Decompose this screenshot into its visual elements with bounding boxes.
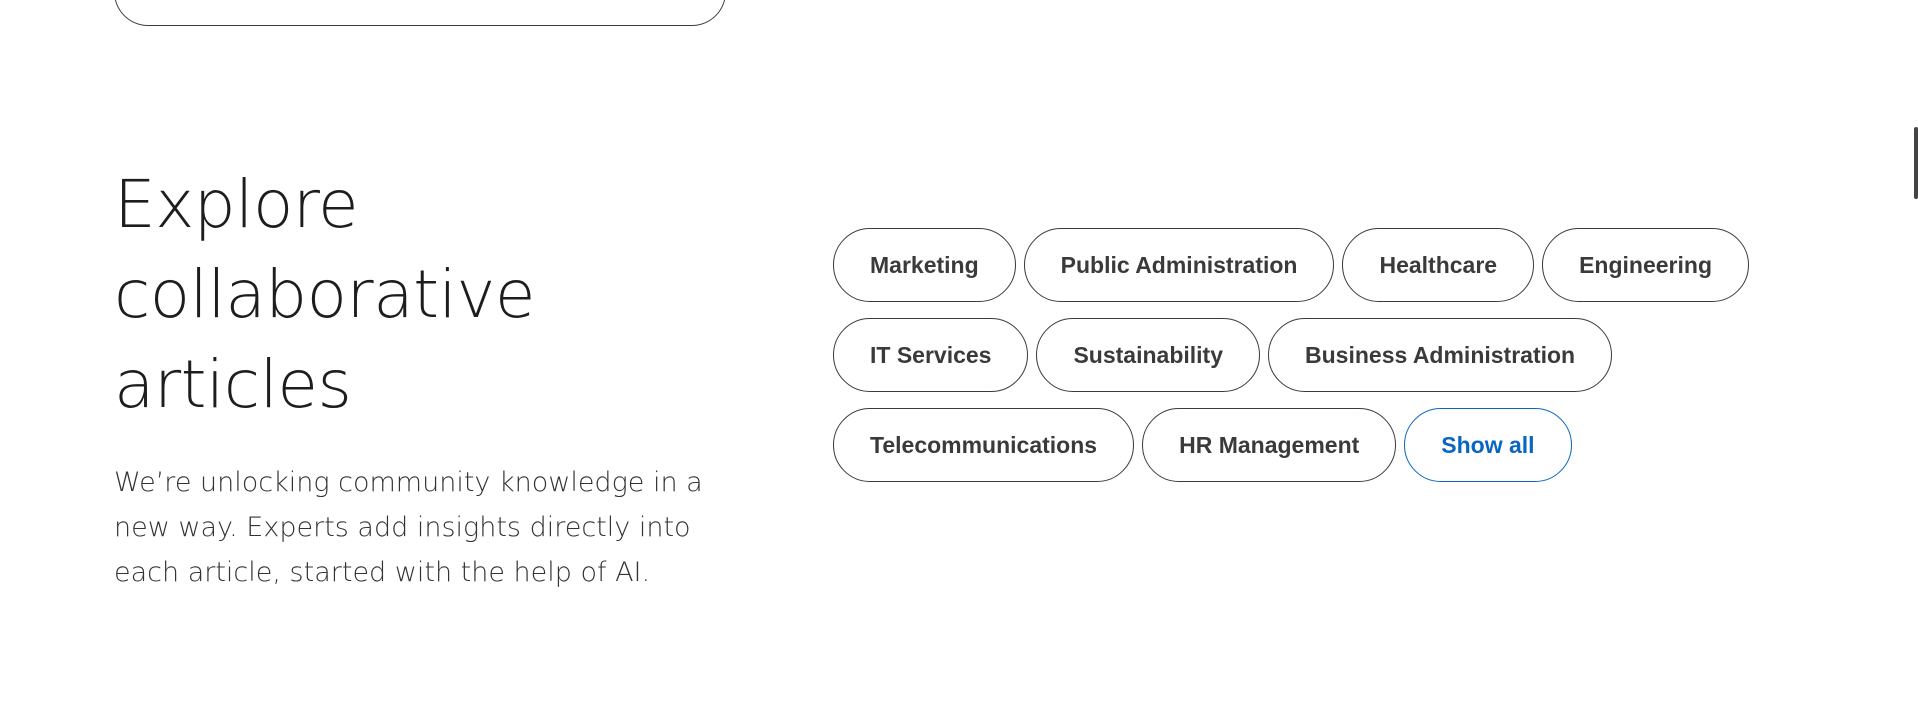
show-all-topics-button[interactable]: Show all [1404,408,1572,482]
topic-pill-public-administration[interactable]: Public Administration [1023,228,1335,302]
topic-pill-sustainability[interactable]: Sustainability [1036,318,1261,392]
topic-pill-marketing[interactable]: Marketing [833,228,1016,302]
explore-section-intro: Explore collaborative articles We’re unl… [114,160,734,595]
topic-pill-row: IT Services Sustainability Business Admi… [833,318,1783,392]
section-title-line: collaborative [114,256,536,333]
topic-pill-engineering[interactable]: Engineering [1542,228,1749,302]
section-title-line: articles [114,346,352,423]
topic-pill-hr-management[interactable]: HR Management [1142,408,1397,482]
topic-pill-list: Marketing Public Administration Healthca… [833,228,1783,498]
section-title-line: Explore [114,166,359,243]
previous-section-card-bottom [114,0,726,26]
section-description: We’re unlocking community knowledge in a… [114,467,703,588]
topic-pill-row: Telecommunications HR Management Show al… [833,408,1783,482]
topic-pill-it-services[interactable]: IT Services [833,318,1029,392]
topic-pill-healthcare[interactable]: Healthcare [1342,228,1535,302]
topic-pill-business-administration[interactable]: Business Administration [1268,318,1613,392]
topic-pill-telecommunications[interactable]: Telecommunications [833,408,1135,482]
topic-pill-row: Marketing Public Administration Healthca… [833,228,1783,302]
section-title: Explore collaborative articles [114,160,734,430]
page-scrollbar-thumb[interactable] [1914,127,1918,199]
